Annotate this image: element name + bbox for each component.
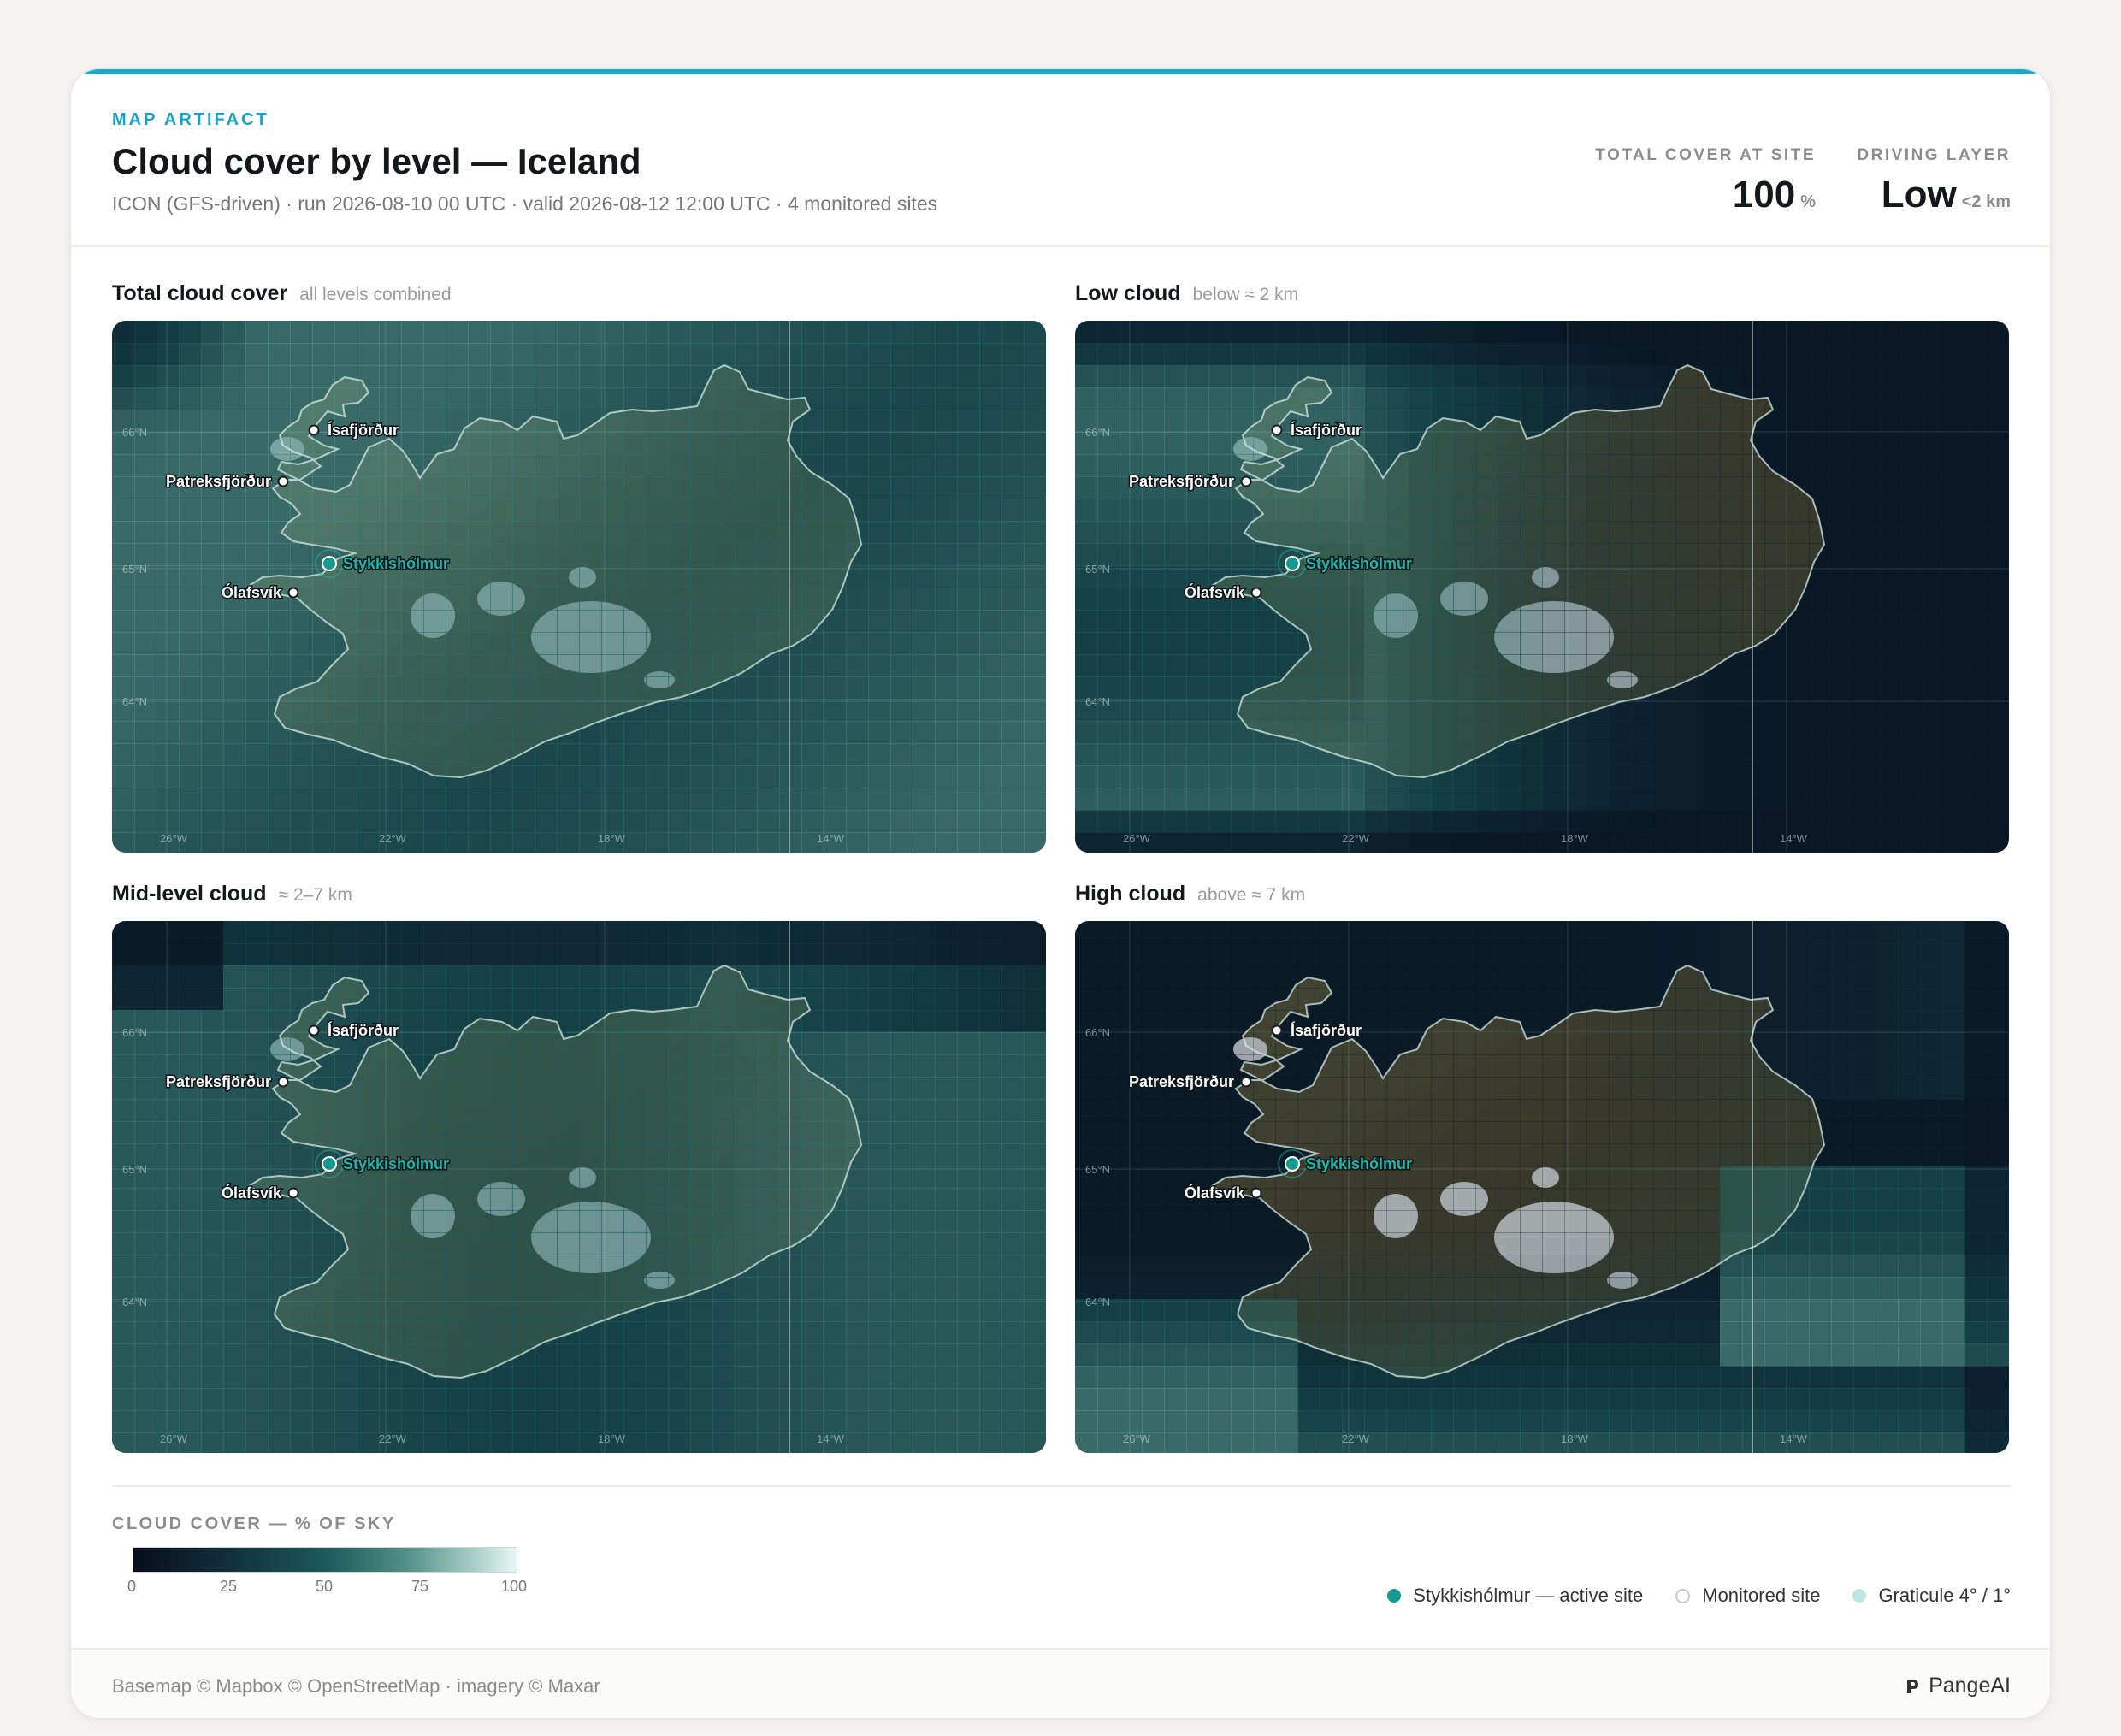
site-label: Ólafsvík bbox=[222, 1184, 282, 1202]
colorbar-tick: 75 bbox=[411, 1578, 429, 1595]
lat-label: 64°N bbox=[122, 1296, 147, 1308]
site-label: Ólafsvík bbox=[1185, 1184, 1245, 1202]
site-label: Ísafjörður bbox=[328, 1021, 399, 1039]
site-label: Patreksfjörður bbox=[166, 473, 271, 490]
map-svg: 66°N 65°N 64°N 26°W 22°W 18°W 14°W Ísafjörður Pa… bbox=[1075, 321, 2009, 853]
panel-title-low: Low cloud below ≈ 2 km bbox=[1075, 281, 1299, 305]
lon-label: 18°W bbox=[598, 1432, 626, 1445]
map-panel-mid[interactable]: 66°N 65°N 64°N 26°W 22°W 18°W 14°W Ísafjörður Pa… bbox=[112, 921, 1046, 1453]
lon-label: 22°W bbox=[1342, 832, 1370, 845]
site-label: Ólafsvík bbox=[222, 583, 282, 601]
site-label: Patreksfjörður bbox=[1129, 473, 1234, 490]
lat-label: 66°N bbox=[1085, 1026, 1110, 1039]
map-panel-total[interactable]: 66°N 65°N 64°N 26°W 22°W 18°W 14°W Ísafjörður Pa… bbox=[112, 321, 1046, 853]
brand: PangeAI bbox=[1905, 1674, 2011, 1698]
attribution: Basemap © Mapbox © OpenStreetMap · image… bbox=[112, 1675, 600, 1697]
lon-label: 18°W bbox=[1561, 1432, 1589, 1445]
lat-label: 65°N bbox=[1085, 1163, 1110, 1176]
lat-label: 65°N bbox=[1085, 563, 1110, 576]
lon-label: 14°W bbox=[1780, 832, 1808, 845]
colorbar-tick: 25 bbox=[220, 1578, 238, 1595]
graticule-icon bbox=[1852, 1589, 1867, 1603]
colorbar-tick: 50 bbox=[316, 1578, 334, 1595]
site-label: Ólafsvík bbox=[1185, 583, 1245, 601]
legend-title: CLOUD COVER — % OF SKY bbox=[112, 1515, 396, 1533]
header: MAP ARTIFACT Cloud cover by level — Icel… bbox=[71, 69, 2050, 247]
map-panel-low[interactable]: 66°N 65°N 64°N 26°W 22°W 18°W 14°W Ísafjörður Pa… bbox=[1075, 321, 2009, 853]
lat-label: 64°N bbox=[122, 695, 147, 708]
lon-label: 26°W bbox=[1123, 1432, 1151, 1445]
site-label: Stykkishólmur bbox=[1306, 555, 1412, 572]
site-label: Patreksfjörður bbox=[1129, 1073, 1234, 1090]
panel-subtitle-high: above ≈ 7 km bbox=[1197, 885, 1306, 905]
site-label: Stykkishólmur bbox=[343, 1155, 449, 1172]
active-site-icon bbox=[1387, 1589, 1402, 1603]
lat-label: 66°N bbox=[122, 426, 147, 439]
site-marker: Patreksfjörður bbox=[164, 1072, 289, 1092]
panel-title-high: High cloud above ≈ 7 km bbox=[1075, 882, 1306, 906]
stat-driving-layer: DRIVING LAYER Low <2 km bbox=[1857, 146, 2011, 216]
panel-subtitle-total: all levels combined bbox=[299, 285, 452, 304]
lon-label: 22°W bbox=[379, 832, 407, 845]
colorbar bbox=[133, 1547, 517, 1573]
legend-key-monitored: Monitored site bbox=[1675, 1585, 1820, 1607]
site-label: Patreksfjörður bbox=[166, 1073, 271, 1090]
panel-subtitle-low: below ≈ 2 km bbox=[1192, 285, 1299, 304]
eyebrow: MAP ARTIFACT bbox=[112, 110, 269, 129]
site-marker: Patreksfjörður bbox=[1127, 472, 1252, 492]
site-marker: Patreksfjörður bbox=[1127, 1072, 1252, 1092]
panel-subtitle-mid: ≈ 2–7 km bbox=[278, 885, 352, 905]
legend-divider bbox=[112, 1485, 2011, 1487]
legend-key-graticule: Graticule 4° / 1° bbox=[1852, 1585, 2011, 1607]
lon-label: 22°W bbox=[1342, 1432, 1370, 1445]
panel-title-mid: Mid-level cloud ≈ 2–7 km bbox=[112, 882, 352, 906]
legend-keys: Stykkishólmur — active site Monitored si… bbox=[1387, 1585, 2011, 1607]
legend-key-active: Stykkishólmur — active site bbox=[1387, 1585, 1643, 1607]
lat-label: 66°N bbox=[122, 1026, 147, 1039]
lon-label: 26°W bbox=[160, 1432, 188, 1445]
lon-label: 22°W bbox=[379, 1432, 407, 1445]
site-label: Ísafjörður bbox=[328, 421, 399, 439]
colorbar-tick: 100 bbox=[501, 1578, 528, 1595]
lat-label: 64°N bbox=[1085, 695, 1110, 708]
stat-total-cover: TOTAL COVER AT SITE 100% bbox=[1595, 146, 1816, 216]
lon-label: 26°W bbox=[160, 832, 188, 845]
lat-label: 65°N bbox=[122, 1163, 147, 1176]
site-label: Ísafjörður bbox=[1291, 421, 1362, 439]
site-label: Stykkishólmur bbox=[343, 555, 449, 572]
stat-layer-value: Low bbox=[1881, 174, 1957, 216]
panel-title-total: Total cloud cover all levels combined bbox=[112, 281, 452, 305]
map-panel-high[interactable]: 66°N 65°N 64°N 26°W 22°W 18°W 14°W Ísafjörður Pa… bbox=[1075, 921, 2009, 1453]
page-subtitle: ICON (GFS-driven) · run 2026-08-10 00 UT… bbox=[112, 192, 938, 215]
page-title: Cloud cover by level — Iceland bbox=[112, 141, 641, 181]
stat-total-label: TOTAL COVER AT SITE bbox=[1595, 146, 1816, 164]
brand-logo-icon bbox=[1907, 1679, 1919, 1693]
colorbar-tick: 0 bbox=[127, 1578, 137, 1595]
map-svg: 66°N 65°N 64°N 26°W 22°W 18°W 14°W Ísafjörður Pa… bbox=[112, 321, 1046, 853]
map-card: MAP ARTIFACT Cloud cover by level — Icel… bbox=[70, 68, 2051, 1719]
lat-label: 66°N bbox=[1085, 426, 1110, 439]
lat-label: 64°N bbox=[1085, 1296, 1110, 1308]
stat-layer-label: DRIVING LAYER bbox=[1857, 146, 2011, 164]
site-marker: Patreksfjörður bbox=[164, 472, 289, 492]
lat-label: 65°N bbox=[122, 563, 147, 576]
lon-label: 18°W bbox=[598, 832, 626, 845]
lon-label: 26°W bbox=[1123, 832, 1151, 845]
site-label: Stykkishólmur bbox=[1306, 1155, 1412, 1172]
site-label: Ísafjörður bbox=[1291, 1021, 1362, 1039]
stat-layer-unit: <2 km bbox=[1961, 192, 2011, 211]
stat-total-value: 100 bbox=[1732, 174, 1796, 216]
lon-label: 14°W bbox=[817, 832, 845, 845]
lon-label: 14°W bbox=[1780, 1432, 1808, 1445]
stat-total-unit: % bbox=[1800, 192, 1816, 211]
lon-label: 14°W bbox=[817, 1432, 845, 1445]
lon-label: 18°W bbox=[1561, 832, 1589, 845]
monitored-site-icon bbox=[1675, 1588, 1691, 1603]
footer: Basemap © Mapbox © OpenStreetMap · image… bbox=[71, 1648, 2050, 1718]
map-svg: 66°N 65°N 64°N 26°W 22°W 18°W 14°W Ísafjörður Pa… bbox=[112, 921, 1046, 1453]
map-svg: 66°N 65°N 64°N 26°W 22°W 18°W 14°W Ísafjörður Pa… bbox=[1075, 921, 2009, 1453]
